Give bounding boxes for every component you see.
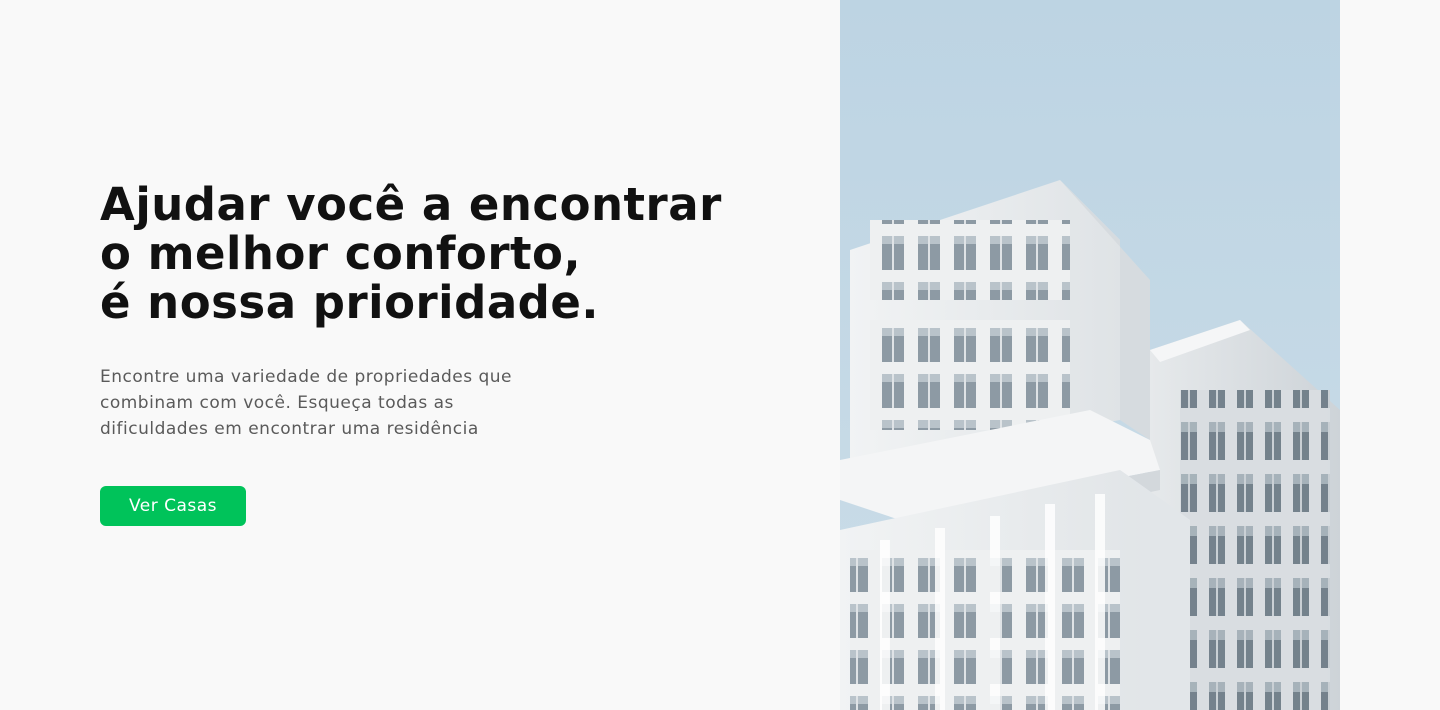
subtitle-line: Encontre uma variedade de propriedades q…	[100, 367, 513, 387]
hero-subtitle: Encontre uma variedade de propriedades q…	[100, 364, 580, 442]
subtitle-line: combinam com você. Esqueça todas as	[100, 393, 454, 413]
building-photo	[840, 0, 1340, 710]
headline-line: Ajudar você a encontrar	[100, 178, 722, 231]
hero-text-block: Ajudar você a encontrar o melhor confort…	[100, 180, 740, 442]
hero-headline: Ajudar você a encontrar o melhor confort…	[100, 180, 740, 327]
subtitle-line: dificuldades em encontrar uma residência	[100, 419, 479, 439]
view-houses-button[interactable]: Ver Casas	[100, 486, 246, 526]
headline-line: o melhor conforto,	[100, 227, 582, 280]
hero-section: Ajudar você a encontrar o melhor confort…	[0, 0, 1440, 710]
headline-line: é nossa prioridade.	[100, 276, 600, 329]
